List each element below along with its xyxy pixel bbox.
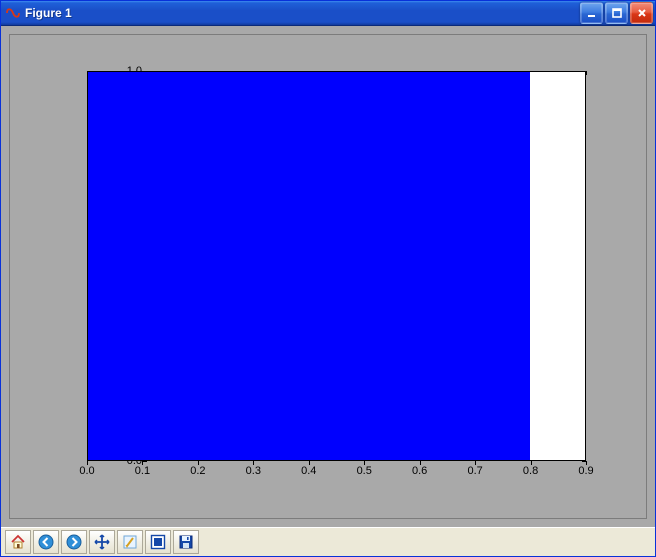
maximize-icon <box>611 7 623 19</box>
x-tick-mark <box>142 461 143 465</box>
x-tick-mark <box>586 461 587 465</box>
save-button[interactable] <box>173 530 199 554</box>
window-title: Figure 1 <box>25 6 580 20</box>
x-tick-mark <box>198 461 199 465</box>
minimize-button[interactable] <box>580 2 603 24</box>
x-tick-mark <box>475 461 476 465</box>
x-tick-mark <box>420 461 421 465</box>
x-tick-label: 0.5 <box>349 465 379 477</box>
maximize-button[interactable] <box>605 2 628 24</box>
x-tick-mark <box>253 461 254 465</box>
x-tick-mark <box>531 461 532 465</box>
client-area: 0.00.20.40.60.81.00.00.10.20.30.40.50.60… <box>1 26 655 527</box>
titlebar[interactable]: Figure 1 <box>1 1 655 26</box>
y-tick-mark <box>143 461 147 462</box>
close-icon <box>636 7 648 19</box>
move-icon <box>93 533 111 551</box>
x-tick-label: 0.3 <box>238 465 268 477</box>
home-button[interactable] <box>5 530 31 554</box>
x-tick-mark <box>586 71 587 75</box>
filled-region <box>88 72 530 460</box>
subplots-button[interactable] <box>145 530 171 554</box>
arrow-left-icon <box>37 533 55 551</box>
navigation-toolbar <box>1 527 655 556</box>
x-tick-label: 0.6 <box>405 465 435 477</box>
plot-area[interactable] <box>87 71 586 461</box>
forward-button[interactable] <box>61 530 87 554</box>
x-tick-mark <box>309 461 310 465</box>
x-tick-label: 0.8 <box>516 465 546 477</box>
x-tick-label: 0.4 <box>294 465 324 477</box>
zoom-rect-icon <box>121 533 139 551</box>
subplots-icon <box>149 533 167 551</box>
figure-window: Figure 1 0.00.20.40.60.81.00.00.10.20.30… <box>0 0 656 557</box>
x-tick-label: 0.7 <box>460 465 490 477</box>
window-buttons <box>580 2 653 24</box>
x-tick-label: 0.1 <box>127 465 157 477</box>
pan-button[interactable] <box>89 530 115 554</box>
save-icon <box>177 533 195 551</box>
figure-canvas[interactable]: 0.00.20.40.60.81.00.00.10.20.30.40.50.60… <box>9 34 647 519</box>
minimize-icon <box>586 7 598 19</box>
x-tick-label: 0.2 <box>183 465 213 477</box>
app-icon <box>5 5 21 21</box>
zoom-button[interactable] <box>117 530 143 554</box>
home-icon <box>9 533 27 551</box>
back-button[interactable] <box>33 530 59 554</box>
arrow-right-icon <box>65 533 83 551</box>
x-tick-label: 0.9 <box>571 465 601 477</box>
x-tick-mark <box>364 461 365 465</box>
x-tick-mark <box>87 461 88 465</box>
close-button[interactable] <box>630 2 653 24</box>
x-tick-label: 0.0 <box>72 465 102 477</box>
